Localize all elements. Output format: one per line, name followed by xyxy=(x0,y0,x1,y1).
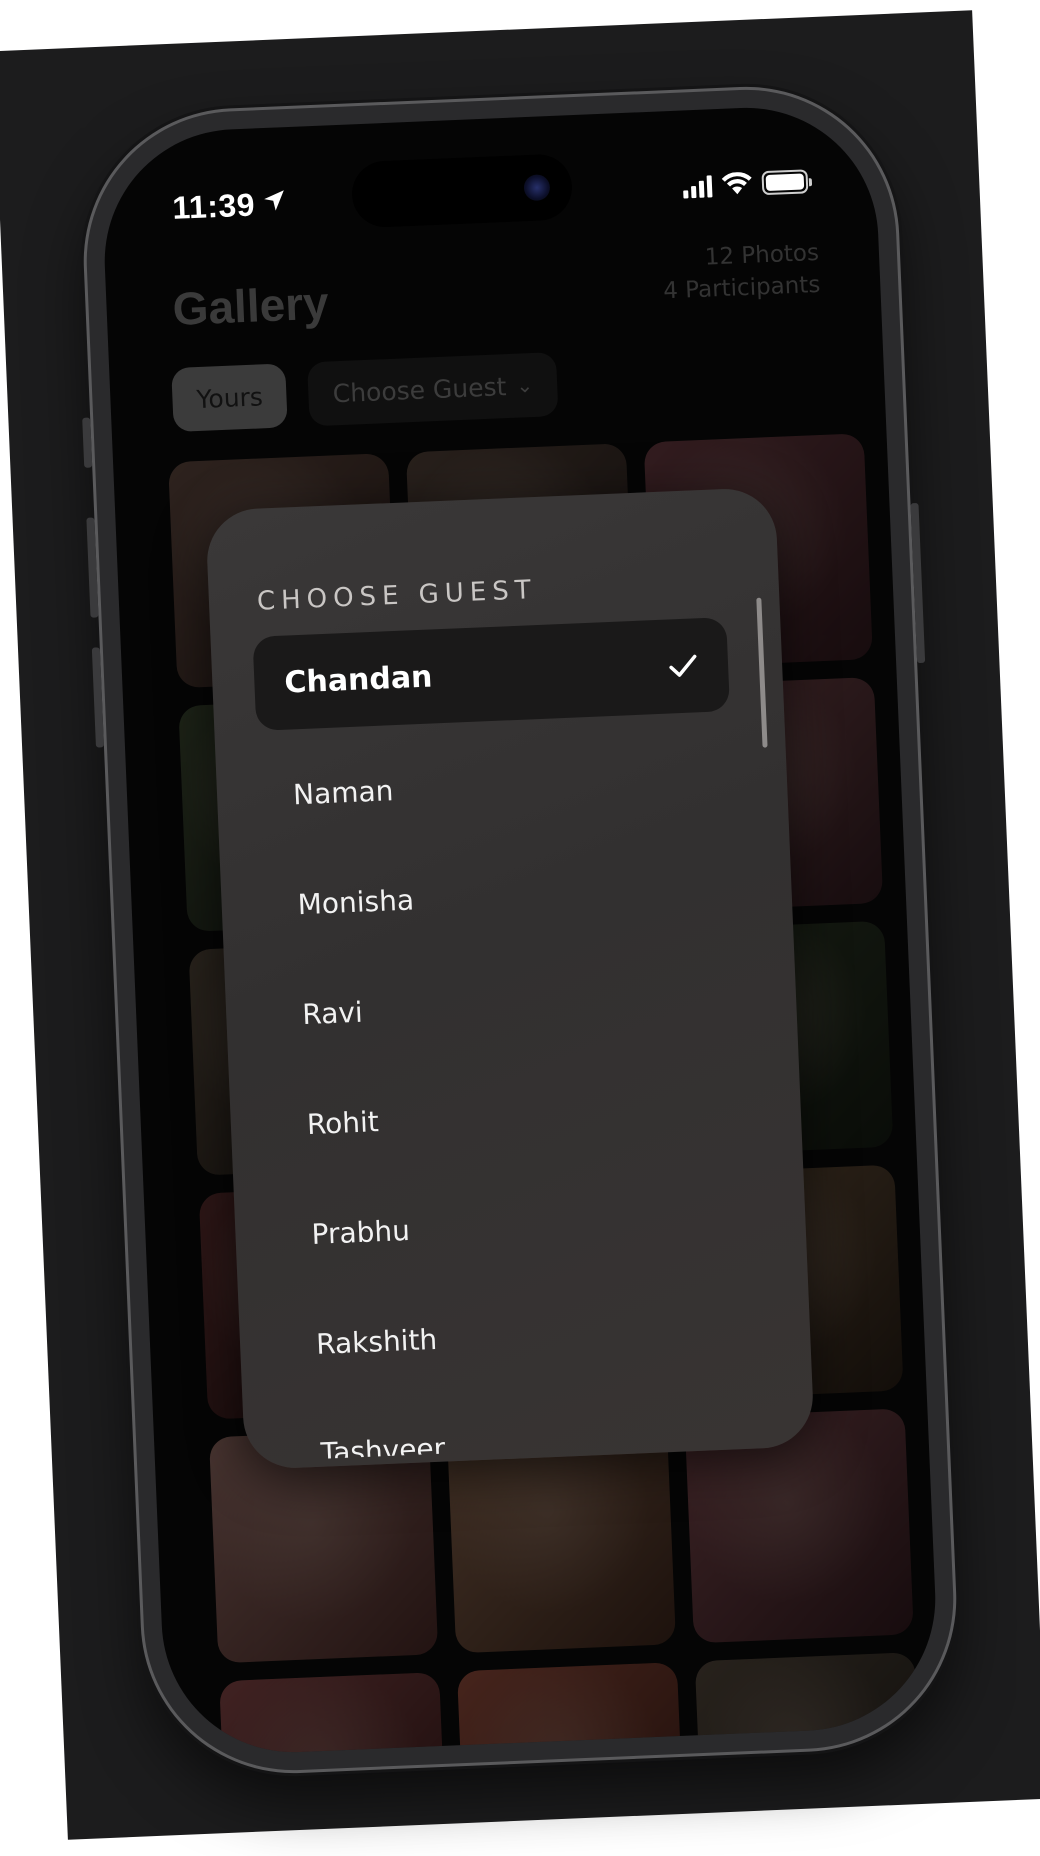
photo-thumbnail[interactable] xyxy=(456,1662,687,1758)
guest-options-list: Chandan Naman Monisha Ravi Rohit Prabhu … xyxy=(252,617,760,1460)
choose-guest-button[interactable]: Choose Guest ⌄ xyxy=(307,351,559,427)
phone-screen: 11:39 Gallery 12 Photos 4 Participants Y… xyxy=(99,102,941,1758)
phone-frame: 11:39 Gallery 12 Photos 4 Participants Y… xyxy=(80,83,960,1777)
guest-option-selected[interactable]: Chandan xyxy=(252,617,731,731)
page-title: Gallery xyxy=(171,276,330,335)
gallery-stats: 12 Photos 4 Participants xyxy=(661,237,821,308)
guest-option-label: Tashveer xyxy=(320,1431,446,1461)
chevron-down-icon: ⌄ xyxy=(515,372,534,398)
gallery-screen: Gallery 12 Photos 4 Participants Yours C… xyxy=(99,103,940,1758)
photo-thumbnail[interactable] xyxy=(219,1672,449,1758)
choose-guest-dropdown: CHOOSE GUEST Chandan Naman Monisha Ravi … xyxy=(205,486,815,1470)
checkmark-icon xyxy=(669,654,697,677)
guest-option-label: Rohit xyxy=(306,1104,380,1141)
guest-option[interactable]: Rohit xyxy=(271,1051,749,1181)
guest-option[interactable]: Naman xyxy=(257,721,735,851)
guest-option[interactable]: Prabhu xyxy=(275,1161,753,1291)
filter-bar: Yours Choose Guest ⌄ xyxy=(171,351,559,433)
participants-count: 4 Participants xyxy=(662,271,821,305)
dropdown-title: CHOOSE GUEST xyxy=(256,575,538,617)
guest-option[interactable]: Rakshith xyxy=(280,1271,758,1401)
guest-option-label: Chandan xyxy=(283,658,434,701)
guest-option-label: Prabhu xyxy=(310,1213,411,1251)
guest-option-label: Ravi xyxy=(301,995,364,1031)
guest-option-label: Naman xyxy=(292,773,395,811)
guest-option-label: Rakshith xyxy=(315,1322,438,1361)
guest-option[interactable]: Ravi xyxy=(266,941,744,1071)
choose-guest-label: Choose Guest xyxy=(332,371,507,408)
guest-option[interactable]: Monisha xyxy=(261,831,739,961)
yours-filter-button[interactable]: Yours xyxy=(171,363,289,433)
guest-option-label: Monisha xyxy=(297,882,415,921)
dropdown-scrollbar[interactable] xyxy=(756,597,768,748)
